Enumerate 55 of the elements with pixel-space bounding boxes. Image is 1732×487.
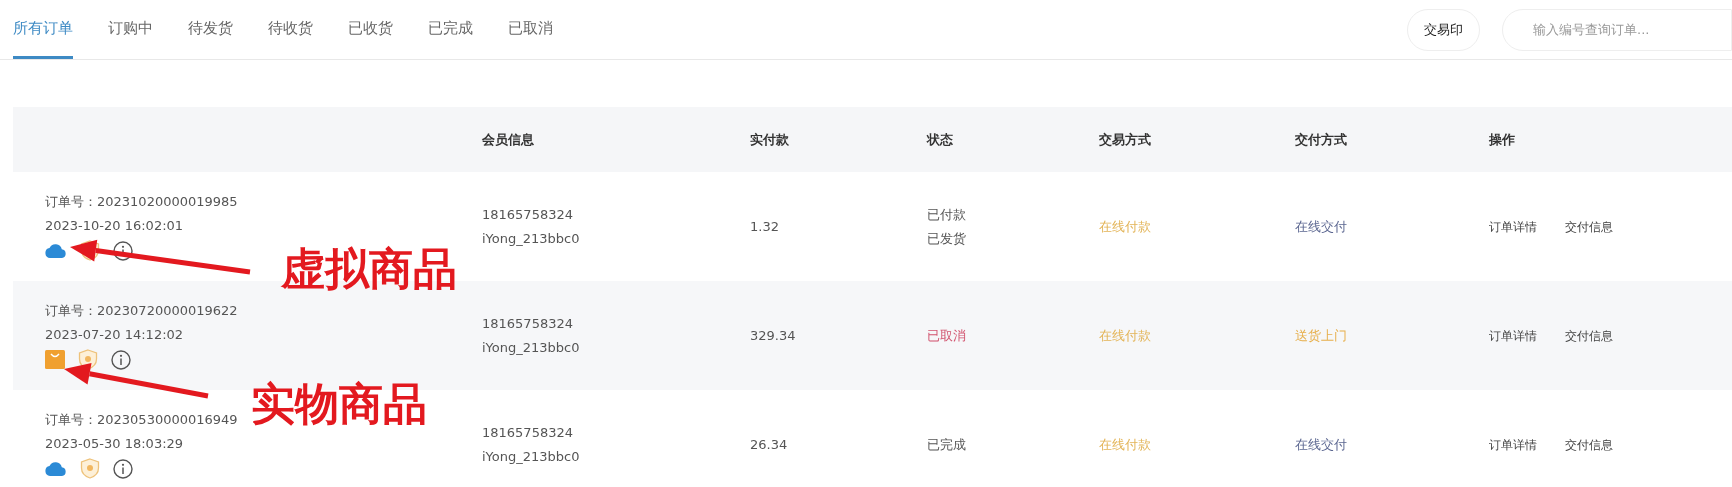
- trade-method: 在线付款: [1099, 217, 1151, 236]
- column-header: 会员信息: [482, 130, 534, 149]
- column-header: 状态: [927, 130, 953, 149]
- shield-icon: [80, 458, 100, 479]
- member-info: 18165758324: [482, 206, 573, 224]
- tab[interactable]: 已取消: [508, 0, 553, 59]
- member-info: 18165758324: [482, 424, 573, 442]
- shopping-bag-icon: [45, 350, 65, 369]
- tab[interactable]: 已收货: [348, 0, 393, 59]
- print-button[interactable]: 交易印: [1407, 8, 1480, 51]
- annotation-label: 虚拟商品: [281, 247, 457, 291]
- info-icon[interactable]: [113, 458, 133, 479]
- column-header: 实付款: [750, 130, 789, 149]
- annotation-label: 实物商品: [251, 382, 427, 426]
- paid-amount: 26.34: [750, 435, 788, 454]
- delivery-method: 送货上门: [1295, 326, 1347, 345]
- delivery-method: 在线交付: [1295, 435, 1347, 454]
- action-link[interactable]: 交付信息: [1565, 326, 1613, 345]
- column-header: 交付方式: [1295, 130, 1347, 149]
- tab[interactable]: 待发货: [188, 0, 233, 59]
- order-status: 已付款: [927, 206, 966, 224]
- order-number: 订单号：20231020000019985: [45, 193, 239, 211]
- member-info: iYong_213bbc0: [482, 229, 580, 248]
- trade-method: 在线付款: [1099, 435, 1151, 454]
- member-info: 18165758324: [482, 315, 573, 333]
- member-info: iYong_213bbc0: [482, 447, 580, 466]
- paid-amount: 1.32: [750, 217, 779, 236]
- info-icon[interactable]: [111, 349, 131, 370]
- delivery-method: 在线交付: [1295, 217, 1347, 236]
- action-link[interactable]: 订单详情: [1489, 326, 1537, 345]
- tab[interactable]: 订购中: [108, 0, 153, 59]
- order-number: 订单号：20230720000019622: [45, 302, 239, 320]
- action-link[interactable]: 交付信息: [1565, 435, 1613, 454]
- order-time: 2023-07-20 14:12:02: [45, 325, 185, 344]
- action-link[interactable]: 订单详情: [1489, 217, 1537, 236]
- column-header: 操作: [1489, 130, 1515, 149]
- column-header: 交易方式: [1099, 130, 1151, 149]
- search-field[interactable]: 输入编号查询订单...: [1502, 8, 1732, 51]
- order-time: 2023-10-20 16:02:01: [45, 216, 185, 235]
- tab[interactable]: 待收货: [268, 0, 313, 59]
- info-icon[interactable]: [113, 240, 133, 261]
- action-link[interactable]: 订单详情: [1489, 435, 1537, 454]
- cloud-icon: [45, 243, 67, 258]
- tab[interactable]: 已完成: [428, 0, 473, 59]
- trade-method: 在线付款: [1099, 326, 1151, 345]
- order-status: 已取消: [927, 326, 966, 345]
- paid-amount: 329.34: [750, 326, 796, 345]
- order-number: 订单号：20230530000016949: [45, 411, 239, 429]
- order-status: 已完成: [927, 435, 966, 454]
- member-info: iYong_213bbc0: [482, 338, 580, 357]
- action-link[interactable]: 交付信息: [1565, 217, 1613, 236]
- order-time: 2023-05-30 18:03:29: [45, 434, 185, 453]
- cloud-icon: [45, 461, 67, 476]
- tab[interactable]: 所有订单: [13, 0, 73, 59]
- order-status: 已发货: [927, 229, 966, 248]
